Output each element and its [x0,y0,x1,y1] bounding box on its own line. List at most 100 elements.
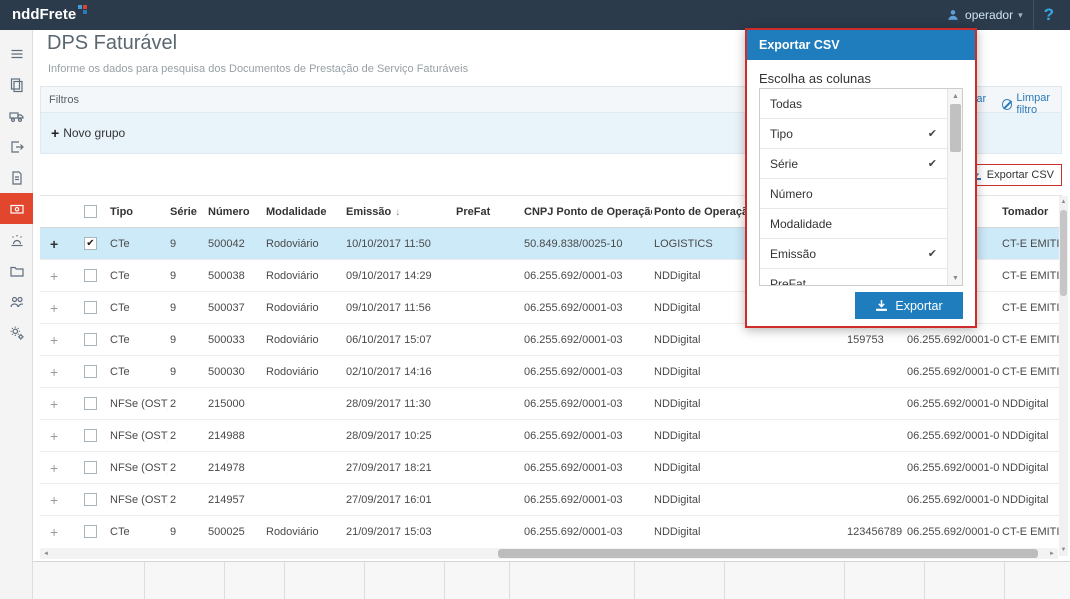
row-expand-button[interactable]: + [40,524,80,540]
sidebar-item-export[interactable] [0,131,33,162]
row-expand-button[interactable]: + [40,460,80,476]
modal-column-option[interactable]: Modalidade [760,209,947,239]
table-row[interactable]: +NFSe (OST)221495727/09/2017 16:0106.255… [40,484,1062,516]
row-expand-button[interactable]: + [40,236,80,252]
horizontal-scrollbar[interactable]: ◄ ► [40,548,1058,559]
column-header[interactable]: Tomador [1000,206,1062,218]
row-expand-button[interactable]: + [40,364,80,380]
modal-export-button[interactable]: Exportar [855,292,963,319]
column-header[interactable]: Modalidade [264,206,344,218]
column-header[interactable]: Emissão↓ [344,206,454,218]
sidebar-item-folder[interactable] [0,255,33,286]
row-checkbox[interactable] [84,333,97,346]
modal-scroll-down-arrow[interactable]: ▼ [948,271,963,285]
scroll-up-arrow[interactable]: ▲ [1059,196,1068,208]
modal-list-scrollbar[interactable]: ▲ ▼ [947,89,962,285]
select-all-cell[interactable] [80,205,108,218]
row-checkbox[interactable] [84,493,97,506]
column-header-label: CNPJ Ponto de Operação [524,206,652,218]
modal-column-option[interactable]: Todas [760,89,947,119]
modal-scroll-up-arrow[interactable]: ▲ [948,89,963,103]
sidebar-item-users[interactable] [0,286,33,317]
row-checkbox-cell[interactable]: ✔ [80,237,108,250]
row-checkbox[interactable]: ✔ [84,237,97,250]
row-checkbox-cell[interactable] [80,461,108,474]
row-checkbox-cell[interactable] [80,429,108,442]
cell: 06.255.692/0001-03 [905,462,1000,474]
cell: 06.255.692/0001-03 [522,270,652,282]
cell: NFSe (OST) [108,462,168,474]
cell: 06.255.692/0001-03 [522,494,652,506]
column-header[interactable]: Tipo [108,206,168,218]
sidebar-item-siren[interactable] [0,224,33,255]
modal-scrollbar-thumb[interactable] [950,104,961,152]
table-row[interactable]: +CTe9500025Rodoviário21/09/2017 15:0306.… [40,516,1062,547]
scroll-left-arrow[interactable]: ◄ [40,548,52,559]
row-checkbox-cell[interactable] [80,301,108,314]
help-button[interactable]: ? [1033,0,1064,30]
cell: 06.255.692/0001-03 [522,526,652,538]
new-group-button[interactable]: + Novo grupo [51,125,125,141]
row-checkbox[interactable] [84,525,97,538]
row-checkbox-cell[interactable] [80,397,108,410]
row-checkbox-cell[interactable] [80,493,108,506]
scroll-down-arrow[interactable]: ▼ [1059,544,1068,556]
clear-filter-icon [1002,99,1012,110]
table-row[interactable]: +NFSe (OST)221500028/09/2017 11:3006.255… [40,388,1062,420]
row-checkbox[interactable] [84,429,97,442]
modal-header: Exportar CSV [747,30,975,60]
cell: CTe [108,302,168,314]
page-subtitle: Informe os dados para pesquisa dos Docum… [48,63,468,75]
vertical-scrollbar-thumb[interactable] [1060,210,1067,296]
row-checkbox-cell[interactable] [80,333,108,346]
row-checkbox[interactable] [84,461,97,474]
sidebar-item-pages[interactable] [0,69,33,100]
row-checkbox-cell[interactable] [80,525,108,538]
row-expand-button[interactable]: + [40,268,80,284]
modal-column-option[interactable]: Número [760,179,947,209]
cell: 123456789 [845,526,905,538]
clear-filter-button[interactable]: Limpar filtro [1002,92,1070,116]
column-header[interactable]: Série [168,206,206,218]
cell: CT-E EMITIDO EM [1000,302,1062,314]
row-checkbox[interactable] [84,269,97,282]
export-csv-label: Exportar CSV [987,169,1054,181]
row-checkbox[interactable] [84,365,97,378]
sidebar-item-document[interactable] [0,162,33,193]
table-row[interactable]: +NFSe (OST)221497827/09/2017 18:2106.255… [40,452,1062,484]
modal-column-option[interactable]: Emissão✔ [760,239,947,269]
column-header[interactable]: CNPJ Ponto de Operação [522,206,652,218]
user-menu[interactable]: operador ▾ [936,8,1033,22]
modal-column-option[interactable]: Tipo✔ [760,119,947,149]
cell: 50.849.838/0025-10 [522,238,652,250]
modal-column-option[interactable]: PreFat [760,269,947,286]
horizontal-scrollbar-thumb[interactable] [498,549,1038,558]
row-expand-button[interactable]: + [40,300,80,316]
row-checkbox-cell[interactable] [80,365,108,378]
sidebar-item-menu[interactable] [0,38,33,69]
row-expand-button[interactable]: + [40,332,80,348]
table-row[interactable]: +CTe9500033Rodoviário06/10/2017 15:0706.… [40,324,1062,356]
scroll-right-arrow[interactable]: ► [1046,548,1058,559]
cell: Rodoviário [264,526,344,538]
vertical-scrollbar[interactable]: ▲ ▼ [1059,196,1068,556]
table-row[interactable]: +NFSe (OST)221498828/09/2017 10:2506.255… [40,420,1062,452]
row-checkbox-cell[interactable] [80,269,108,282]
row-expand-button[interactable]: + [40,396,80,412]
footer-cell [845,562,925,599]
sidebar-item-truck[interactable] [0,100,33,131]
sidebar-item-settings[interactable] [0,317,33,348]
column-header[interactable]: PreFat [454,206,522,218]
row-expand-button[interactable]: + [40,428,80,444]
select-all-checkbox[interactable] [84,205,97,218]
table-row[interactable]: +CTe9500030Rodoviário02/10/2017 14:1606.… [40,356,1062,388]
cell: 06.255.692/0001-03 [905,366,1000,378]
column-header[interactable]: Número [206,206,264,218]
cell: CT-E EMITIDO EM [1000,238,1062,250]
modal-column-label: Emissão [770,247,816,261]
modal-column-option[interactable]: Série✔ [760,149,947,179]
sidebar-item-billing[interactable] [0,193,33,224]
row-checkbox[interactable] [84,301,97,314]
row-checkbox[interactable] [84,397,97,410]
row-expand-button[interactable]: + [40,492,80,508]
